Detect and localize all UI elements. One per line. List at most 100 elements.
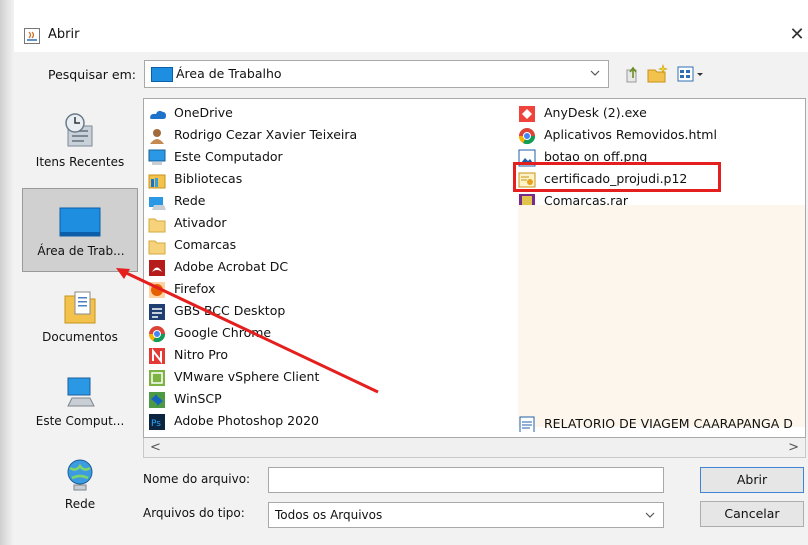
title-bar-top	[14, 0, 808, 18]
file-name: RELATORIO DE VIAGEM CAARAPANGA D	[544, 416, 793, 431]
filename-input[interactable]	[268, 467, 664, 493]
obscured-area	[518, 205, 805, 427]
file-item[interactable]: OneDrive	[148, 103, 508, 125]
file-name: Ativador	[174, 215, 227, 230]
file-item[interactable]: Rodrigo Cezar Xavier Teixeira	[148, 125, 508, 147]
chrome-icon	[518, 128, 536, 145]
open-button[interactable]: Abrir	[700, 467, 804, 493]
document-icon	[519, 416, 535, 432]
file-item[interactable]: Firefox	[148, 279, 508, 301]
file-name: Bibliotecas	[174, 171, 243, 186]
place-network[interactable]: Rede	[22, 454, 138, 528]
file-item[interactable]: AnyDesk (2).exe	[518, 103, 805, 125]
file-list[interactable]: OneDrive Rodrigo Cezar Xavier Teixeira Est…	[143, 98, 806, 438]
filename-label: Nome do arquivo:	[143, 472, 251, 486]
anydesk-icon	[519, 106, 535, 122]
file-item[interactable]: Ativador	[148, 213, 508, 235]
lookin-value: Área de Trabalho	[176, 66, 282, 81]
file-item[interactable]: VMware vSphere Client	[148, 367, 508, 389]
chevron-down-icon	[590, 70, 600, 76]
up-folder-icon[interactable]	[624, 64, 642, 84]
filetype-value: Todos os Arquivos	[275, 508, 383, 522]
file-item[interactable]: Comarcas	[148, 235, 508, 257]
file-item[interactable]: GBS BCC Desktop	[148, 301, 508, 323]
background-window-edge	[0, 0, 14, 545]
close-button[interactable]: ✕	[786, 24, 808, 46]
network-icon	[67, 459, 93, 491]
user-folder-icon	[150, 129, 164, 144]
place-recent-items[interactable]: Itens Recentes	[22, 98, 138, 182]
file-item[interactable]: Rede	[148, 191, 508, 213]
onedrive-icon	[150, 110, 166, 119]
desktop-icon	[59, 207, 101, 237]
file-item[interactable]: Bibliotecas	[148, 169, 508, 191]
lookin-combobox[interactable]: Área de Trabalho	[144, 60, 609, 88]
cancel-button[interactable]: Cancelar	[700, 501, 804, 527]
file-item[interactable]: Aplicativos Removidos.html	[518, 125, 805, 147]
computer-icon	[148, 149, 166, 165]
place-this-computer[interactable]: Este Comput...	[22, 368, 138, 452]
scroll-left-icon[interactable]: <	[150, 440, 161, 455]
java-app-icon	[24, 28, 40, 44]
winscp-icon	[149, 392, 165, 408]
file-name: GBS BCC Desktop	[174, 303, 286, 318]
place-desktop[interactable]: Área de Trab...	[22, 188, 138, 272]
place-label: Itens Recentes	[35, 155, 125, 169]
window-title: Abrir	[48, 27, 80, 42]
file-item[interactable]: Este Computador	[148, 147, 508, 169]
place-documents[interactable]: Documentos	[22, 278, 138, 362]
places-bar: Itens Recentes Área de Trab... Documento…	[22, 98, 138, 528]
file-name: WinSCP	[174, 391, 222, 406]
view-menu-icon[interactable]	[676, 64, 706, 84]
scroll-right-icon[interactable]: >	[788, 440, 799, 455]
desktop-icon	[151, 67, 173, 82]
file-name: Firefox	[174, 281, 216, 296]
documents-icon	[64, 291, 96, 324]
chevron-down-icon	[645, 512, 655, 518]
folder-icon	[148, 218, 166, 233]
horizontal-scrollbar[interactable]: < >	[143, 438, 806, 458]
file-name: OneDrive	[174, 105, 233, 120]
file-name: Este Computador	[174, 149, 283, 164]
new-folder-icon[interactable]	[646, 64, 668, 84]
file-name: Comarcas.rar	[544, 193, 629, 205]
vmware-icon	[149, 370, 165, 386]
file-item[interactable]: WinSCP	[148, 389, 508, 411]
filetype-combobox[interactable]: Todos os Arquivos	[268, 502, 664, 528]
computer-icon	[67, 377, 95, 407]
place-label: Este Comput...	[35, 414, 125, 428]
file-name: Aplicativos Removidos.html	[544, 127, 717, 142]
title-bar	[14, 18, 808, 52]
rar-icon	[519, 194, 535, 205]
folder-icon	[148, 240, 166, 255]
libraries-icon	[148, 174, 166, 189]
file-item[interactable]: Google Chrome	[148, 323, 508, 345]
file-name: Adobe Acrobat DC	[174, 259, 289, 274]
lookin-label: Pesquisar em:	[48, 67, 136, 82]
place-label: Rede	[64, 497, 96, 511]
file-name: Nitro Pro	[174, 347, 229, 362]
chrome-icon	[148, 326, 166, 343]
nitro-icon	[149, 348, 165, 364]
file-item[interactable]: RELATORIO DE VIAGEM CAARAPANGA D	[518, 414, 805, 432]
file-item[interactable]: Comarcas.rar	[518, 191, 805, 205]
file-item[interactable]: Nitro Pro	[148, 345, 508, 367]
file-item[interactable]: Ps Adobe Photoshop 2020	[148, 411, 508, 433]
place-label: Documentos	[42, 330, 118, 344]
file-name: Google Chrome	[174, 325, 272, 340]
photoshop-icon: Ps	[149, 414, 165, 430]
file-name: VMware vSphere Client	[174, 369, 320, 384]
gbs-icon	[149, 304, 165, 320]
file-name: AnyDesk (2).exe	[544, 105, 647, 120]
network-icon	[149, 197, 166, 210]
file-item[interactable]: Adobe Acrobat DC	[148, 257, 508, 279]
acrobat-icon	[149, 260, 165, 276]
firefox-icon	[149, 282, 165, 298]
svg-text:Ps: Ps	[151, 419, 161, 429]
annotation-highlight-box	[513, 162, 721, 192]
file-name: Adobe Photoshop 2020	[174, 413, 319, 428]
recent-items-icon	[65, 113, 93, 147]
filetype-label: Arquivos do tipo:	[143, 506, 245, 520]
open-file-dialog: Abrir ✕ Pesquisar em: Área de Trabalho I…	[0, 0, 808, 545]
place-label: Área de Trab...	[37, 244, 125, 258]
